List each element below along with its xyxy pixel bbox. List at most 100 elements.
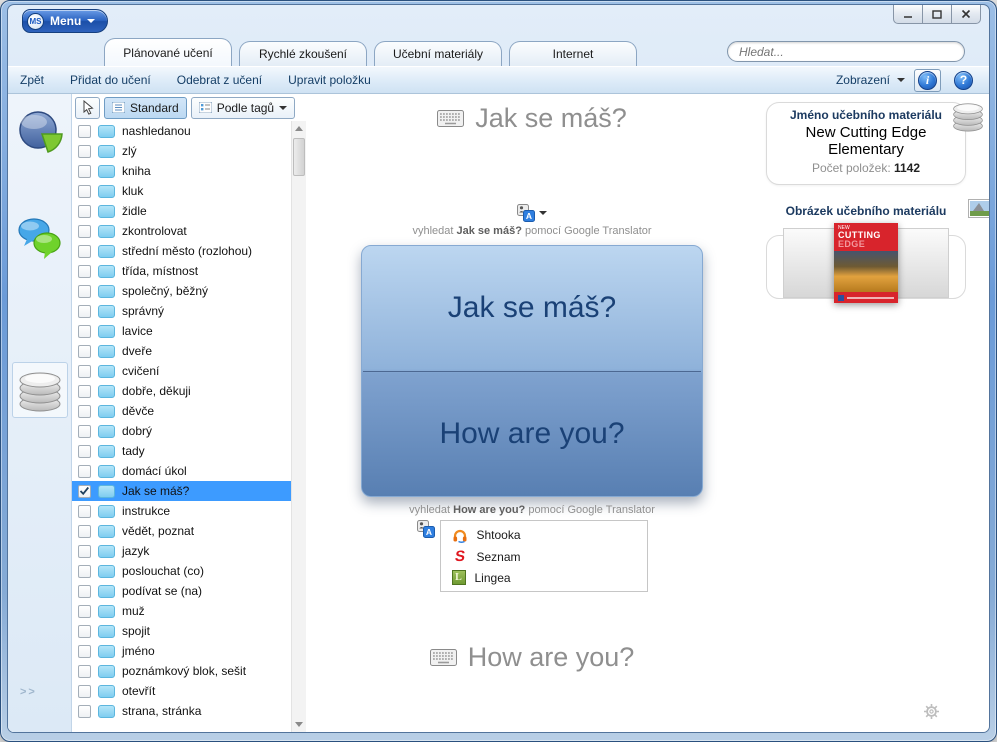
item-checkbox[interactable] xyxy=(78,644,91,658)
list-item[interactable]: podívat se (na) xyxy=(72,581,291,601)
back-button[interactable]: Zpět xyxy=(20,73,44,87)
tab-internet[interactable]: Internet xyxy=(509,41,637,66)
list-item[interactable]: společný, běžný xyxy=(72,281,291,301)
scroll-down-button[interactable] xyxy=(292,717,306,732)
list-item[interactable]: cvičení xyxy=(72,361,291,381)
carousel-next-panel[interactable] xyxy=(896,228,949,298)
list-item[interactable]: jméno xyxy=(72,641,291,661)
item-checkbox[interactable] xyxy=(78,664,91,678)
search-input[interactable] xyxy=(727,41,965,62)
book-cover[interactable]: NEW CUTTING EDGE xyxy=(834,223,898,303)
list-item[interactable]: spojit xyxy=(72,621,291,641)
list-item[interactable]: zlý xyxy=(72,141,291,161)
tab-ucebni-materialy[interactable]: Učební materiály xyxy=(374,41,502,66)
item-checkbox[interactable] xyxy=(78,244,91,258)
cover-carousel[interactable]: NEW CUTTING EDGE xyxy=(783,223,949,303)
item-checkbox[interactable] xyxy=(78,284,91,298)
list-item[interactable]: kniha xyxy=(72,161,291,181)
item-checkbox[interactable] xyxy=(78,444,91,458)
info-button[interactable]: i xyxy=(914,68,941,92)
tab-rychle-zkouseni[interactable]: Rychlé zkoušení xyxy=(239,41,367,66)
dictionary-option-shtooka[interactable]: Shtooka xyxy=(441,526,647,544)
scroll-up-button[interactable] xyxy=(292,121,306,136)
view-by-tags-button[interactable]: Podle tagů xyxy=(190,96,296,119)
photo-thumbnail-button[interactable] xyxy=(968,199,989,223)
list-item[interactable]: tady xyxy=(72,441,291,461)
list-item[interactable]: jazyk xyxy=(72,541,291,561)
item-checkbox[interactable] xyxy=(78,304,91,318)
minimize-button[interactable] xyxy=(893,5,923,24)
list-item[interactable]: domácí úkol xyxy=(72,461,291,481)
tab-planovane-uceni[interactable]: Plánované učení xyxy=(104,38,232,66)
help-button[interactable]: ? xyxy=(950,69,977,92)
item-checkbox[interactable] xyxy=(78,124,91,138)
list-item[interactable]: Jak se máš? xyxy=(72,481,291,501)
list-item[interactable]: dveře xyxy=(72,341,291,361)
list-item[interactable]: nashledanou xyxy=(72,121,291,141)
list-item[interactable]: zkontrolovat xyxy=(72,221,291,241)
rail-expander[interactable]: >> xyxy=(20,686,37,698)
conversation-nav-button[interactable] xyxy=(12,210,68,266)
item-checkbox[interactable] xyxy=(78,604,91,618)
item-checkbox[interactable] xyxy=(78,344,91,358)
translate-icon[interactable]: A xyxy=(416,520,435,538)
translator-dropdown[interactable]: A xyxy=(517,204,547,222)
search-front-link[interactable]: vyhledat Jak se máš? pomocí Google Trans… xyxy=(412,225,651,237)
item-checkbox[interactable] xyxy=(78,224,91,238)
carousel-prev-panel[interactable] xyxy=(783,228,836,298)
item-checkbox[interactable] xyxy=(78,464,91,478)
item-checkbox[interactable] xyxy=(78,424,91,438)
item-checkbox[interactable] xyxy=(78,504,91,518)
item-checkbox[interactable] xyxy=(78,204,91,218)
list-item[interactable]: instrukce xyxy=(72,501,291,521)
item-checkbox[interactable] xyxy=(78,144,91,158)
item-checkbox[interactable] xyxy=(78,264,91,278)
item-checkbox[interactable] xyxy=(78,384,91,398)
list-item[interactable]: dobrý xyxy=(72,421,291,441)
item-checkbox[interactable] xyxy=(78,364,91,378)
view-standard-button[interactable]: Standard xyxy=(104,96,187,119)
list-item[interactable]: správný xyxy=(72,301,291,321)
menu-button[interactable]: MS Menu xyxy=(22,9,109,33)
item-checkbox[interactable] xyxy=(78,544,91,558)
list-scrollbar[interactable] xyxy=(291,121,306,732)
list-item[interactable]: střední město (rozlohou) xyxy=(72,241,291,261)
learning-materials-nav-button[interactable] xyxy=(11,362,68,418)
list-item[interactable]: poznámkový blok, sešit xyxy=(72,661,291,681)
settings-button[interactable] xyxy=(923,703,940,725)
item-checkbox[interactable] xyxy=(78,624,91,638)
list-item[interactable]: kluk xyxy=(72,181,291,201)
item-checkbox[interactable] xyxy=(78,704,91,718)
item-checkbox[interactable] xyxy=(78,164,91,178)
item-checkbox[interactable] xyxy=(78,404,91,418)
item-checkbox[interactable] xyxy=(78,324,91,338)
list-item[interactable]: lavice xyxy=(72,321,291,341)
flashcard[interactable]: Jak se máš? How are you? xyxy=(361,245,703,497)
list-item[interactable]: strana, stránka xyxy=(72,701,291,721)
scrollbar-thumb[interactable] xyxy=(293,138,305,176)
remove-from-learning-button[interactable]: Odebrat z učení xyxy=(177,73,262,87)
list-item[interactable]: vědět, poznat xyxy=(72,521,291,541)
statistics-nav-button[interactable] xyxy=(12,104,68,160)
list-item[interactable]: muž xyxy=(72,601,291,621)
add-to-learning-button[interactable]: Přidat do učení xyxy=(70,73,151,87)
maximize-button[interactable] xyxy=(922,5,952,24)
select-mode-button[interactable] xyxy=(75,96,100,119)
dictionary-option-lingea[interactable]: L Lingea xyxy=(441,569,647,586)
list-item[interactable]: děvče xyxy=(72,401,291,421)
list-item[interactable]: dobře, děkuji xyxy=(72,381,291,401)
item-checkbox[interactable] xyxy=(78,524,91,538)
view-dropdown[interactable]: Zobrazení xyxy=(836,73,905,87)
material-database-button[interactable] xyxy=(950,98,986,139)
dictionary-option-seznam[interactable]: S Seznam xyxy=(441,547,647,566)
list-item[interactable]: poslouchat (co) xyxy=(72,561,291,581)
item-checkbox[interactable] xyxy=(78,564,91,578)
close-button[interactable] xyxy=(951,5,981,24)
item-checkbox[interactable] xyxy=(78,584,91,598)
search-back-link[interactable]: vyhledat How are you? pomocí Google Tran… xyxy=(409,504,655,516)
list-item[interactable]: třída, místnost xyxy=(72,261,291,281)
edit-item-button[interactable]: Upravit položku xyxy=(288,73,371,87)
list-item[interactable]: židle xyxy=(72,201,291,221)
item-checkbox[interactable] xyxy=(78,484,91,498)
item-checkbox[interactable] xyxy=(78,684,91,698)
